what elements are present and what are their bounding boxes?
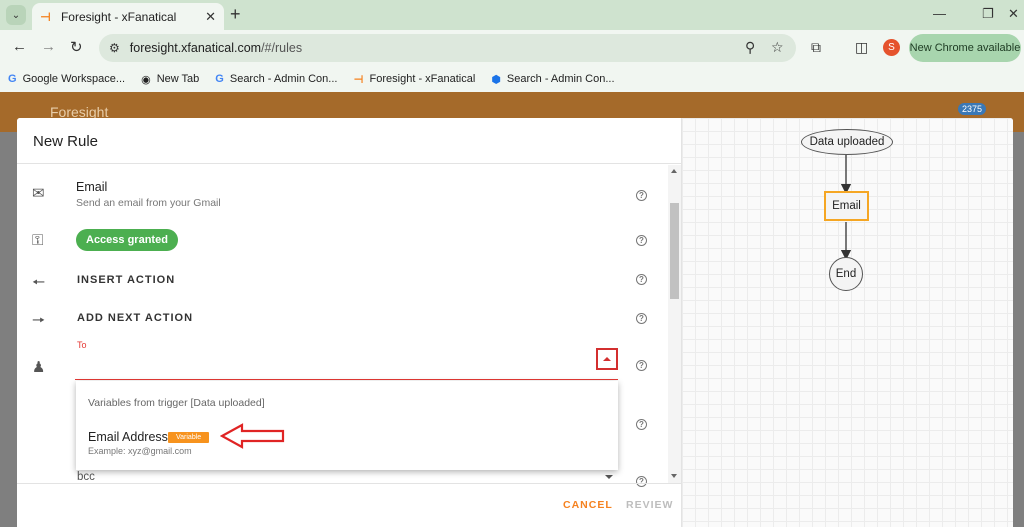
bookmark-item[interactable]: ◉ New Tab [141,73,199,86]
chevron-down-icon: ⌄ [11,9,21,21]
bcc-field-label[interactable]: bcc [77,471,95,483]
caret-up-icon [603,357,611,361]
help-icon[interactable]: ? [636,235,647,246]
window-close-icon[interactable]: ✕ [1008,6,1019,22]
caret-down-icon[interactable] [605,475,613,479]
extensions-icon[interactable]: ⧉ [811,39,821,56]
scroll-down-icon[interactable] [671,474,677,478]
variable-option-email-address[interactable]: Email Address [88,430,168,444]
people-icon: ♟ [32,359,46,376]
notification-badge: 2375 [958,103,987,115]
zoom-icon[interactable]: ⚲ [745,39,755,56]
bookmark-item[interactable]: G Google Workspace... [8,73,125,85]
foresight-icon: ⊣ [353,73,364,86]
globe-icon: ◉ [141,73,151,86]
help-icon[interactable]: ? [636,360,647,371]
google-icon: G [215,73,224,85]
flow-node-email[interactable]: Email [824,191,869,221]
forward-email-icon: ✉ [32,185,45,202]
help-icon[interactable]: ? [636,313,647,324]
arrow-right-icon: 🠖 [32,312,46,329]
reload-icon[interactable]: ↻ [70,38,83,56]
dropdown-header: Variables from trigger [Data uploaded] [88,397,265,409]
close-icon[interactable]: ✕ [205,9,216,25]
bookmark-star-icon[interactable]: ☆ [771,39,784,56]
flow-diagram-panel: Data uploaded Email End [681,118,1013,527]
address-bar[interactable]: ⚙ foresight.xfanatical.com/#/rules [99,34,796,62]
minimize-icon[interactable]: — [933,6,946,21]
address-host: foresight.xfanatical.com [129,41,262,55]
bookmark-item[interactable]: ⊣ Foresight - xFanatical [353,73,475,86]
new-rule-dialog: New Rule ✉ Email Send an email from your… [17,118,1013,527]
to-field-label: To [77,340,87,350]
action-subtitle: Send an email from your Gmail [76,197,221,209]
scroll-up-icon[interactable] [671,169,677,173]
dialog-header: New Rule [17,118,681,164]
cancel-button[interactable]: CANCEL [563,499,613,511]
forward-arrow-icon[interactable]: → [41,38,56,55]
arrow-left-icon: 🠔 [32,274,46,291]
site-info-icon[interactable]: ⚙ [109,41,120,55]
to-input[interactable] [75,379,618,380]
variables-dropdown: Variables from trigger [Data uploaded] E… [76,381,618,470]
browser-tab[interactable]: ⊣ Foresight - xFanatical ✕ [32,3,224,30]
help-icon[interactable]: ? [636,274,647,285]
variable-example: Example: xyz@gmail.com [88,446,192,456]
foresight-icon: ⊣ [40,9,51,24]
tab-search-button[interactable]: ⌄ [6,5,26,25]
key-icon: ⚿ [32,232,44,249]
google-icon: G [8,73,17,85]
dialog-footer: CANCEL REVIEW [17,483,681,527]
admin-icon: ⬢ [491,73,501,86]
update-chrome-button[interactable]: New Chrome available [909,34,1021,62]
profile-avatar[interactable]: S [883,39,900,56]
browser-tab-bar: ⌄ ⊣ Foresight - xFanatical ✕ + — ❐ ✕ [0,0,1024,30]
action-title: Email [76,180,108,194]
new-tab-button[interactable]: + [230,4,241,25]
bookmark-item[interactable]: G Search - Admin Con... [215,73,337,85]
restore-icon[interactable]: ❐ [982,6,994,22]
flow-node-trigger[interactable]: Data uploaded [801,129,893,155]
access-granted-chip[interactable]: Access granted [76,229,178,251]
address-path: /#/rules [261,41,303,55]
add-next-action-button[interactable]: ADD NEXT ACTION [77,312,193,324]
browser-toolbar: ← → ↻ ⚙ foresight.xfanatical.com/#/rules… [0,30,1024,66]
review-button[interactable]: REVIEW [626,499,673,511]
side-panel-icon[interactable]: ◫ [855,39,868,56]
dropdown-toggle-button[interactable] [596,348,618,370]
bookmarks-bar: G Google Workspace... ◉ New Tab G Search - … [0,66,1024,92]
bookmark-item[interactable]: ⬢ Search - Admin Con... [491,73,614,86]
dialog-title: New Rule [33,133,99,150]
annotation-arrow-icon [220,423,285,449]
rule-editor-panel: New Rule ✉ Email Send an email from your… [17,118,681,527]
variable-badge: Variable [168,432,210,443]
tab-title: Foresight - xFanatical [60,9,177,24]
back-arrow-icon[interactable]: ← [12,38,27,55]
scrollbar-thumb[interactable] [670,203,679,299]
help-icon[interactable]: ? [636,419,647,430]
help-icon[interactable]: ? [636,190,647,201]
insert-action-button[interactable]: INSERT ACTION [77,274,175,286]
flow-node-end[interactable]: End [829,257,863,291]
